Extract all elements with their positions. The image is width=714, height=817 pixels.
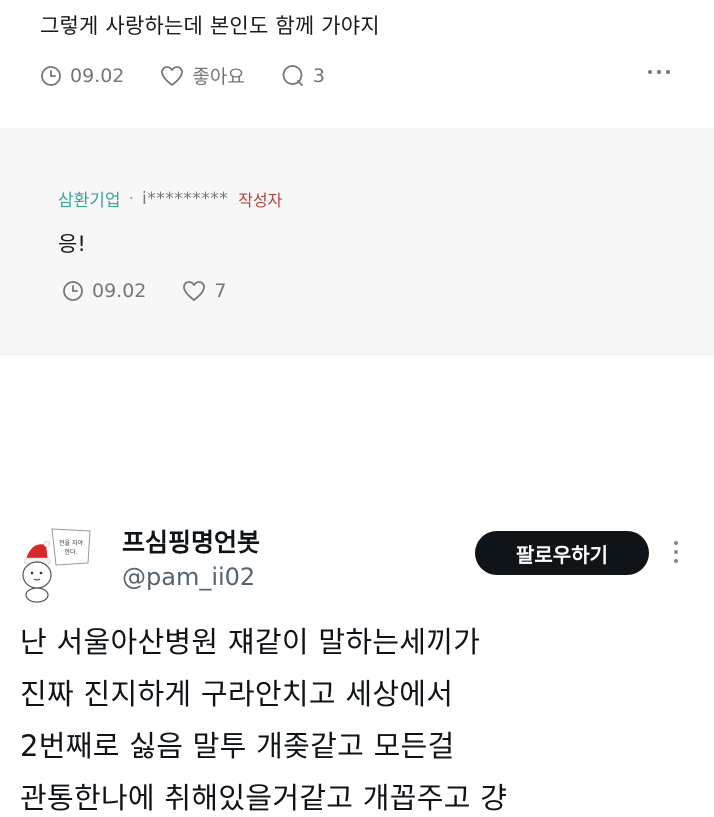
more-options-icon[interactable] — [674, 541, 678, 563]
date-text: 09.02 — [70, 64, 125, 87]
like-button[interactable]: 좋아요 — [160, 62, 245, 89]
reply-username: i********* — [141, 188, 229, 209]
user-handle[interactable]: @pam_ii02 — [122, 563, 255, 591]
clock-icon — [63, 281, 83, 301]
like-label: 좋아요 — [192, 66, 245, 88]
comment-bubble-icon — [282, 64, 303, 86]
reply-header: 삼환기업 · i********* 작성자 — [58, 186, 283, 212]
display-name[interactable]: 프심핑명언봇 — [122, 523, 260, 559]
comment-meta: 09.02 좋아요 3 — [40, 62, 361, 89]
reply-text: 응! — [58, 232, 86, 256]
reply-like-button[interactable]: 7 — [182, 280, 227, 302]
tweet-text-line: 진짜 진지하게 구라안치고 세상에서 — [20, 677, 454, 711]
like-count: 7 — [214, 280, 227, 302]
more-options-icon[interactable] — [648, 70, 670, 74]
tweet-text-line: 관통한나에 취해있을거같고 개꼽주고 걍 — [20, 781, 508, 815]
comment-date: 09.02 — [40, 65, 124, 87]
tweet-text-line: 2번째로 싫음 말투 개좆같고 모든걸 — [20, 729, 455, 763]
separator: · — [128, 188, 134, 209]
heart-icon — [161, 65, 184, 86]
comment-text: 그렇게 사랑하는데 본인도 함께 가야지 — [40, 14, 380, 38]
avatar-caption: 한다. — [65, 548, 78, 556]
heart-icon — [183, 281, 206, 301]
author-badge: 작성자 — [238, 190, 283, 210]
comment-item: 그렇게 사랑하는데 본인도 함께 가야지 09.02 좋아요 3 — [0, 0, 714, 128]
reply-count-button[interactable]: 3 — [281, 64, 325, 88]
reply-date: 09.02 — [62, 280, 146, 302]
comment-count: 3 — [312, 64, 325, 87]
follow-button[interactable]: 팔로우하기 — [475, 531, 649, 575]
tweet-card: 전을 자야 한다. 프심핑명언봇 @pam_ii02 팔로우하기 난 서울아산병… — [0, 355, 714, 815]
avatar-caption: 전을 자야 — [59, 539, 83, 547]
date-text: 09.02 — [92, 280, 147, 302]
avatar-illustration: 전을 자야 한다. — [16, 523, 96, 603]
company-name[interactable]: 삼환기업 — [58, 186, 121, 211]
tweet-text-line: 난 서울아산병원 쟤같이 말하는세끼가 — [20, 625, 481, 659]
avatar[interactable]: 전을 자야 한다. — [16, 523, 96, 603]
reply-meta: 09.02 7 — [62, 280, 263, 302]
reply-item: 삼환기업 · i********* 작성자 응! 09.02 7 — [0, 128, 714, 355]
clock-icon — [41, 65, 61, 86]
